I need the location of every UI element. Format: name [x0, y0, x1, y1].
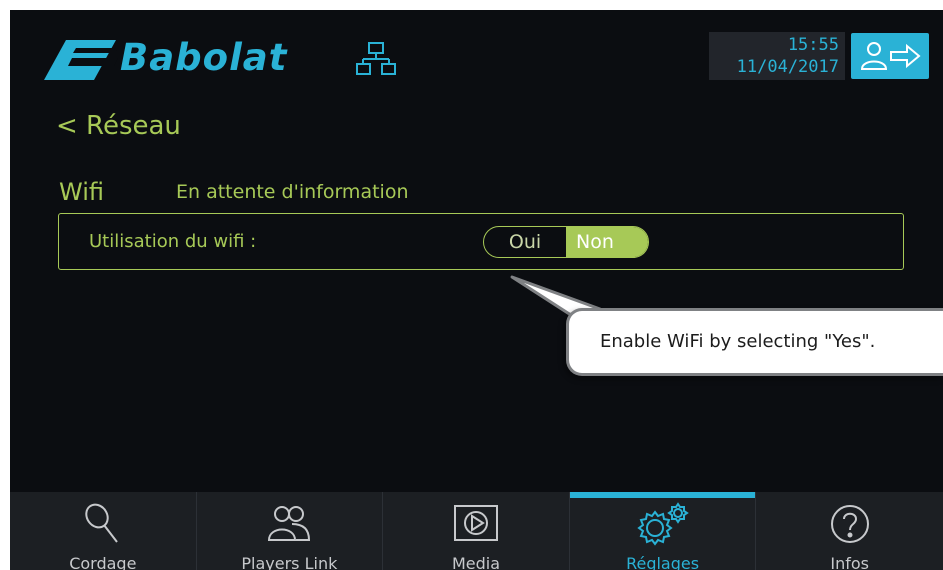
section-title: Wifi	[59, 178, 104, 206]
back-link-reseau[interactable]: < Réseau	[56, 111, 181, 141]
brand-name: Babolat	[120, 36, 288, 79]
toggle-no-option[interactable]: Non	[566, 227, 648, 257]
nav-label-cordage: Cordage	[69, 554, 137, 570]
nav-label-players-link: Players Link	[241, 554, 338, 570]
datetime-display: 15:55 11/04/2017	[709, 32, 845, 80]
nav-cordage[interactable]: Cordage	[10, 492, 197, 570]
help-icon	[830, 505, 869, 543]
user-logout-icon	[860, 42, 921, 70]
nav-media[interactable]: Media	[383, 492, 570, 570]
nav-label-media: Media	[451, 554, 501, 570]
play-icon	[453, 505, 498, 541]
logout-button[interactable]	[851, 33, 929, 79]
bottom-navigation: Cordage Players Link Media Réglages Info…	[10, 492, 943, 570]
date-text: 11/04/2017	[736, 57, 839, 77]
wifi-settings-panel: Utilisation du wifi : Oui Non	[58, 213, 904, 270]
wifi-toggle[interactable]: Oui Non	[483, 226, 649, 258]
wifi-usage-label: Utilisation du wifi :	[89, 231, 257, 252]
toggle-yes-option[interactable]: Oui	[484, 227, 566, 257]
nav-players-link[interactable]: Players Link	[197, 492, 384, 570]
nav-infos[interactable]: Infos	[756, 492, 943, 570]
hint-tooltip: Enable WiFi by selecting "Yes".	[566, 308, 943, 376]
settings-gears-icon	[636, 502, 689, 546]
network-icon	[356, 42, 396, 75]
nav-reglages[interactable]: Réglages	[569, 492, 757, 570]
wifi-status-text: En attente d'information	[176, 181, 409, 203]
time-text: 15:55	[787, 35, 839, 55]
players-icon	[268, 506, 311, 541]
tooltip-text: Enable WiFi by selecting "Yes".	[600, 331, 876, 352]
nav-label-infos: Infos	[830, 554, 869, 570]
nav-label-reglages: Réglages	[626, 554, 700, 570]
app-screen: Babolat 15:55 11/04/2017 < Réseau Wifi E…	[10, 10, 943, 570]
racket-icon	[85, 503, 118, 543]
